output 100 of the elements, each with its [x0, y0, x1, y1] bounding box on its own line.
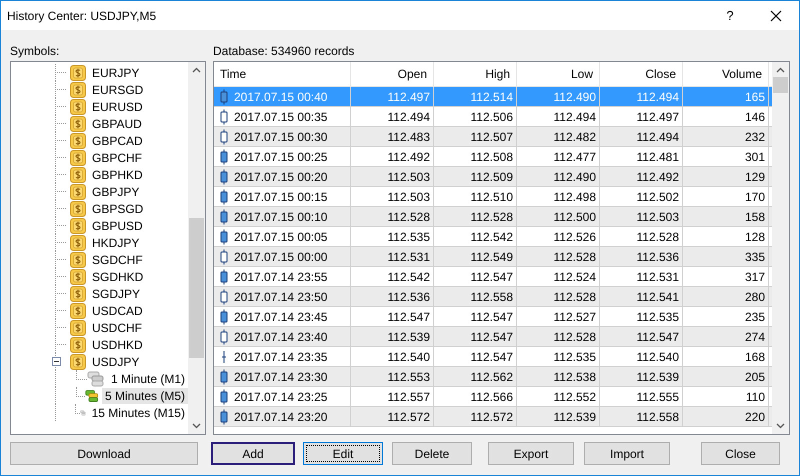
table-cell: 110: [746, 390, 765, 404]
symbol-item[interactable]: USDCAD: [11, 302, 188, 319]
table-row[interactable]: 2017.07.15 00:30 112.483 112.507 112.482 112.494 232: [214, 127, 772, 147]
table-cell: 112.547: [470, 330, 513, 344]
dialog-button[interactable]: Download: [10, 442, 198, 465]
table-cell: 112.526: [554, 230, 596, 244]
scroll-thumb[interactable]: [773, 77, 788, 93]
symbol-item[interactable]: USDHKD: [11, 336, 188, 353]
table-cell: 112.490: [554, 170, 596, 184]
table-row[interactable]: 2017.07.15 00:15 112.503 112.510 112.498 112.502 170: [214, 187, 772, 207]
symbol-item[interactable]: SGDCHF: [11, 251, 188, 268]
symbol-item[interactable]: GBPSGD: [11, 200, 188, 217]
column-header[interactable]: Low: [517, 62, 600, 86]
symbol-item[interactable]: EURJPY: [11, 64, 188, 81]
table-cell: 112.536: [388, 290, 430, 304]
column-header[interactable]: High: [434, 62, 517, 86]
scrollbar[interactable]: [188, 62, 205, 434]
table-row[interactable]: 2017.07.14 23:55 112.542 112.547 112.524 112.531 317: [214, 267, 772, 287]
symbol-item[interactable]: USDJPY: [11, 353, 188, 370]
dollar-coin-icon: [70, 252, 86, 268]
table-cell: 2017.07.14 23:30: [234, 370, 328, 384]
table-cell: 112.510: [470, 190, 513, 204]
dialog-button[interactable]: Import: [584, 442, 670, 465]
table-row[interactable]: 2017.07.15 00:05 112.535 112.542 112.526 112.528 128: [214, 227, 772, 247]
scroll-up-icon[interactable]: [192, 67, 201, 73]
table-row[interactable]: 2017.07.14 23:25 112.557 112.566 112.552 112.555 110: [214, 387, 772, 407]
dialog-button[interactable]: Delete: [392, 442, 472, 465]
table-cell: 280: [744, 290, 765, 304]
table-cell: 2017.07.14 23:20: [234, 410, 328, 424]
table-cell: 112.535: [554, 350, 596, 364]
close-icon: [770, 10, 782, 22]
symbol-item[interactable]: SGDJPY: [11, 285, 188, 302]
symbol-item[interactable]: EURUSD: [11, 98, 188, 115]
dollar-coin-icon: [70, 64, 86, 80]
symbol-item[interactable]: EURSGD: [11, 81, 188, 98]
symbol-item[interactable]: GBPCHF: [11, 149, 188, 166]
scroll-thumb[interactable]: [189, 218, 204, 358]
table-cell: 112.528: [554, 290, 596, 304]
table-cell: 2017.07.15 00:20: [234, 170, 328, 184]
dialog-button[interactable]: Edit: [303, 442, 383, 465]
table-cell: 2017.07.14 23:55: [234, 270, 328, 284]
table-cell: 220: [744, 410, 765, 424]
table-cell: 235: [744, 310, 765, 324]
table-row[interactable]: 2017.07.14 23:35 112.540 112.547 112.535 112.540 168: [214, 347, 772, 367]
symbol-item[interactable]: GBPAUD: [11, 115, 188, 132]
timeframe-item[interactable]: 15 Minutes (M15): [11, 404, 188, 421]
table-row[interactable]: 2017.07.14 23:50 112.536 112.558 112.528 112.541 280: [214, 287, 772, 307]
table-row[interactable]: 2017.07.15 00:20 112.503 112.509 112.490 112.492 129: [214, 167, 772, 187]
scrollbar[interactable]: [772, 62, 789, 434]
dollar-coin-icon: [70, 302, 86, 318]
table-cell: 112.494: [636, 130, 679, 144]
timeframe-item[interactable]: 5 Minutes (M5): [11, 387, 188, 404]
table-cell: 158: [744, 210, 765, 224]
table-cell: 112.494: [554, 110, 596, 124]
scroll-down-icon[interactable]: [192, 423, 201, 429]
table-cell: 112.535: [636, 310, 679, 324]
table-cell: 112.558: [636, 410, 679, 424]
table-cell: 112.490: [554, 90, 596, 104]
table-cell: 112.572: [470, 410, 513, 424]
table-row[interactable]: 2017.07.14 23:30 112.553 112.562 112.538 112.539 205: [214, 367, 772, 387]
collapse-icon[interactable]: [52, 357, 61, 366]
symbol-item[interactable]: GBPCAD: [11, 132, 188, 149]
column-header[interactable]: Open: [351, 62, 434, 86]
dialog-button[interactable]: Add: [211, 442, 295, 465]
column-header[interactable]: Close: [600, 62, 683, 86]
table-cell: 2017.07.14 23:40: [234, 330, 328, 344]
column-header[interactable]: Volume: [683, 62, 769, 86]
table-row[interactable]: 2017.07.14 23:40 112.539 112.547 112.528 112.547 274: [214, 327, 772, 347]
table-cell: 112.536: [636, 250, 679, 264]
scroll-down-icon[interactable]: [776, 423, 785, 429]
table-cell: 112.539: [388, 330, 430, 344]
symbol-item[interactable]: GBPHKD: [11, 166, 188, 183]
dollar-coin-icon: [70, 150, 86, 166]
dialog-button[interactable]: Close: [701, 442, 780, 465]
table-cell: 112.528: [388, 210, 430, 224]
timeframe-item[interactable]: 1 Minute (M1): [11, 370, 188, 387]
table-cell: 112.507: [470, 130, 513, 144]
table-cell: 2017.07.15 00:25: [234, 150, 328, 164]
symbol-item[interactable]: GBPJPY: [11, 183, 188, 200]
database-label: Database: 534960 records: [213, 43, 356, 59]
table-row[interactable]: 2017.07.15 00:10 112.528 112.528 112.500 112.503 158: [214, 207, 772, 227]
dialog-button[interactable]: Export: [488, 442, 574, 465]
column-header[interactable]: Time: [214, 62, 351, 86]
table-row[interactable]: 2017.07.15 00:35 112.494 112.506 112.494 112.497 146: [214, 107, 772, 127]
scroll-up-icon[interactable]: [776, 67, 785, 73]
symbol-item[interactable]: HKDJPY: [11, 234, 188, 251]
table-row[interactable]: 2017.07.15 00:00 112.531 112.549 112.528 112.536 335: [214, 247, 772, 267]
table-cell: 112.494: [388, 110, 430, 124]
symbol-item[interactable]: GBPUSD: [11, 217, 188, 234]
symbol-item[interactable]: SGDHKD: [11, 268, 188, 285]
table-row[interactable]: 2017.07.14 23:45 112.547 112.547 112.527 112.535 235: [214, 307, 772, 327]
dollar-coin-icon: [70, 234, 86, 250]
symbol-item[interactable]: USDCHF: [11, 319, 188, 336]
table-cell: 112.509: [470, 170, 513, 184]
table-cell: 112.506: [470, 110, 513, 124]
table-row[interactable]: 2017.07.15 00:25 112.492 112.508 112.477 112.481 301: [214, 147, 772, 167]
table-cell: 112.547: [470, 310, 513, 324]
dollar-coin-icon: [70, 98, 86, 114]
table-cell: 112.528: [554, 250, 596, 264]
table-row[interactable]: 2017.07.14 23:20 112.572 112.572 112.539 112.558 220: [214, 407, 772, 427]
